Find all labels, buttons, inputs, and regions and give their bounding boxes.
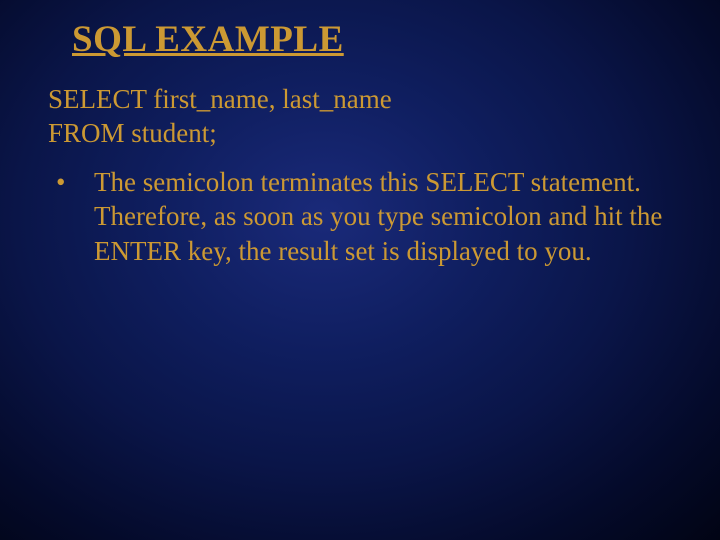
sql-code-line-1: SELECT first_name, last_name [48, 83, 672, 117]
bullet-item: The semicolon terminates this SELECT sta… [48, 165, 672, 269]
bullet-text: The semicolon terminates this SELECT sta… [94, 167, 662, 266]
slide-title: SQL EXAMPLE [72, 18, 672, 61]
sql-code-block: SELECT first_name, last_name FROM studen… [48, 83, 672, 151]
bullet-list: The semicolon terminates this SELECT sta… [48, 165, 672, 269]
sql-code-line-2: FROM student; [48, 117, 672, 151]
slide-container: SQL EXAMPLE SELECT first_name, last_name… [0, 0, 720, 540]
